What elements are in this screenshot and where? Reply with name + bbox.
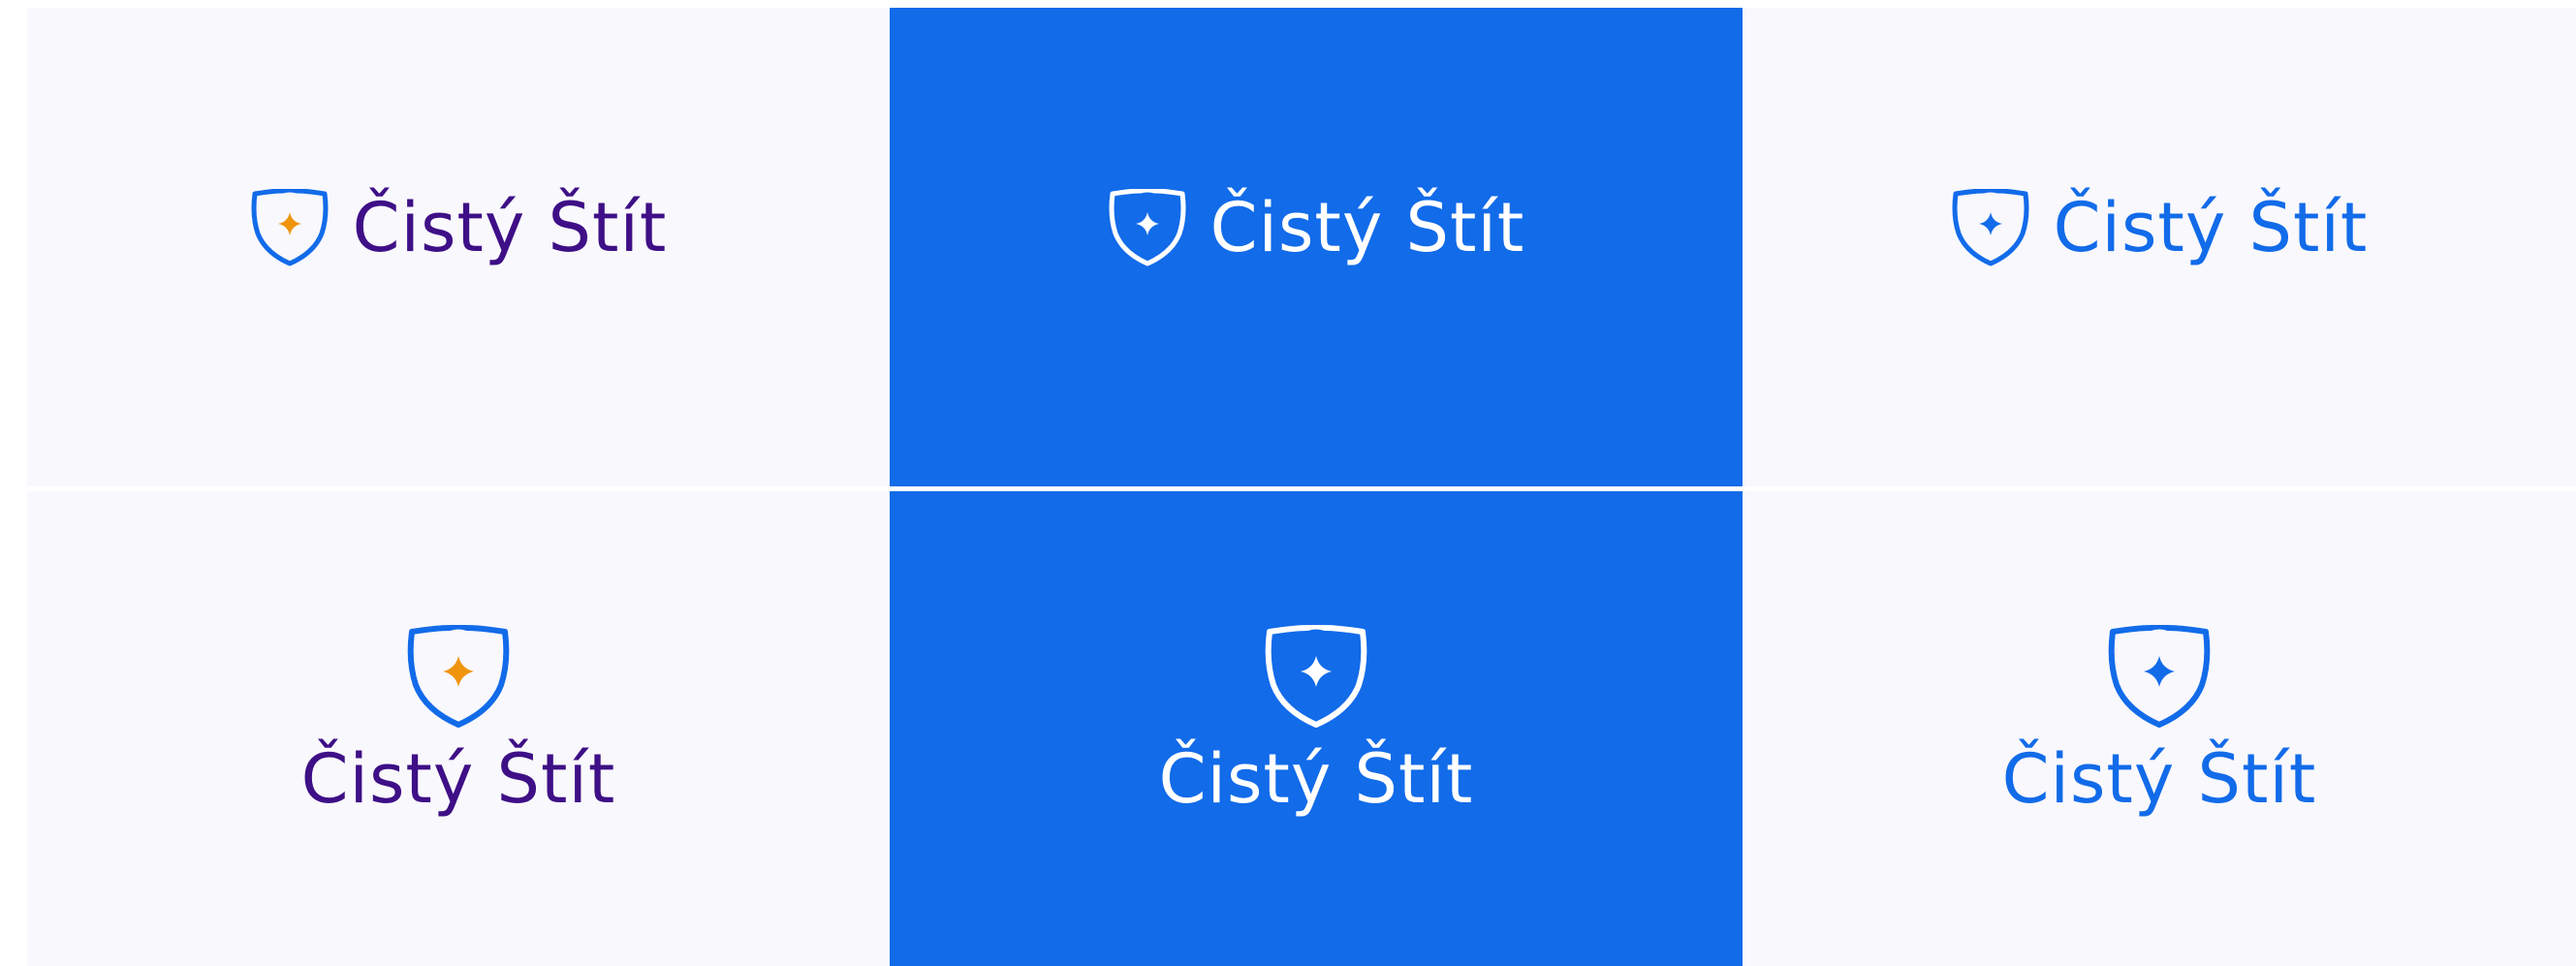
logo-tile-stacked-full-color: Čistý Štít <box>27 491 890 966</box>
sparkle-icon <box>442 656 474 687</box>
shield-icon <box>1264 625 1368 728</box>
logo-lockup-horizontal: Čistý Štít <box>1108 189 1525 266</box>
shield-icon <box>406 625 511 728</box>
logo-lockup-stacked: Čistý Štít <box>301 625 616 813</box>
logo-lockup-stacked: Čistý Štít <box>2002 625 2317 813</box>
brand-wordmark: Čistý Štít <box>1158 739 1474 819</box>
logo-lockup-horizontal: Čistý Štít <box>250 189 668 266</box>
brand-wordmark: Čistý Štít <box>300 739 616 819</box>
logo-lockup-stacked: Čistý Štít <box>1159 625 1474 813</box>
sparkle-icon <box>2143 656 2175 687</box>
logo-lockup-horizontal: Čistý Štít <box>1951 189 2369 266</box>
logo-variants-grid: Čistý Štít Čistý Štít Čistý Štít Čistý Š… <box>0 0 2576 966</box>
sparkle-icon <box>1135 212 1159 235</box>
shield-icon <box>250 189 330 266</box>
shield-icon <box>1951 189 2030 266</box>
logo-tile-horizontal-reversed: Čistý Štít <box>890 8 1743 486</box>
shield-icon <box>2107 625 2212 728</box>
sparkle-icon <box>1978 212 2002 235</box>
logo-tile-stacked-mono-blue: Čistý Štít <box>1743 491 2576 966</box>
logo-tile-horizontal-mono-blue: Čistý Štít <box>1743 8 2576 486</box>
logo-tile-horizontal-full-color: Čistý Štít <box>27 8 890 486</box>
logo-tile-stacked-reversed: Čistý Štít <box>890 491 1743 966</box>
brand-wordmark: Čistý Štít <box>352 188 668 267</box>
sparkle-icon <box>1300 656 1332 687</box>
brand-wordmark: Čistý Štít <box>2053 188 2369 267</box>
brand-wordmark: Čistý Štít <box>2001 739 2317 819</box>
brand-wordmark: Čistý Štít <box>1209 188 1525 267</box>
sparkle-icon <box>277 212 301 235</box>
shield-icon <box>1108 189 1187 266</box>
